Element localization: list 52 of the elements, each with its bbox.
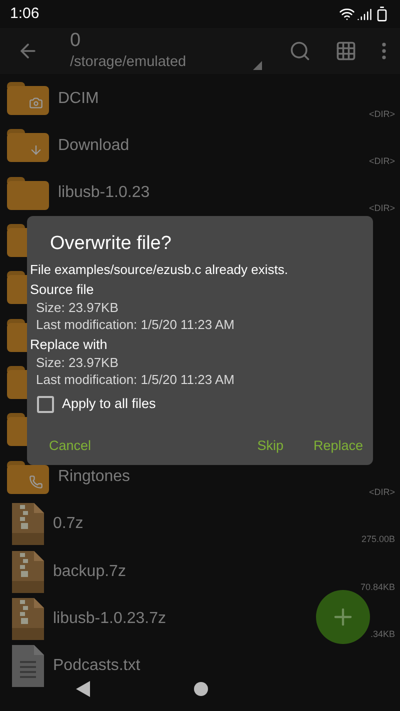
cancel-button[interactable]: Cancel: [49, 436, 92, 456]
archive-icon: [12, 598, 44, 640]
folder-icon: [7, 318, 27, 352]
file-name[interactable]: Download: [58, 134, 130, 158]
folder-icon: [7, 366, 27, 399]
file-size: <DIR>: [368, 155, 395, 168]
detail-line: Last modification: 1/5/20 11:23 AM: [36, 371, 236, 388]
home-nav-icon[interactable]: [194, 682, 208, 696]
detail-line: Size: 23.97KB: [36, 354, 120, 371]
folder-icon: [7, 82, 49, 116]
file-size: .34KB: [370, 628, 395, 642]
clock: 1:06: [10, 4, 40, 24]
detail-line: Size: 23.97KB: [36, 299, 120, 316]
back-nav-icon[interactable]: [76, 681, 90, 697]
file-name[interactable]: Ringtones: [58, 465, 130, 490]
grid-icon[interactable]: [335, 40, 357, 62]
file-size: <DIR>: [368, 486, 395, 500]
checkbox[interactable]: [37, 396, 54, 413]
add-button[interactable]: [316, 590, 370, 644]
detail-line: Last modification: 1/5/20 11:23 AM: [36, 316, 236, 333]
archive-icon: [12, 550, 44, 593]
file-size: <DIR>: [368, 202, 395, 216]
file-name[interactable]: 0.7z: [53, 512, 84, 536]
path-label: /storage/emulated: [70, 53, 186, 72]
archive-icon: [12, 503, 44, 546]
file-name[interactable]: libusb-1.0.23.7z: [53, 606, 166, 631]
file-size: <DIR>: [368, 108, 395, 121]
dialog-title: Overwrite file?: [50, 232, 172, 256]
folder-icon: [7, 224, 27, 258]
folder-icon: [7, 460, 49, 494]
section-heading: Source file: [30, 281, 95, 299]
wifi-icon: [339, 6, 355, 22]
file-name[interactable]: libusb-1.0.23: [58, 181, 150, 206]
document-icon: [12, 645, 44, 688]
replace-button[interactable]: Replace: [313, 436, 363, 456]
file-size: 275.00B: [361, 533, 395, 546]
toolbar-title: 0: [70, 30, 81, 52]
checkbox-label: Apply to all files: [62, 395, 156, 413]
dropdown-icon[interactable]: [253, 61, 262, 70]
folder-icon: [7, 129, 49, 162]
folder-icon: [7, 413, 27, 446]
folder-icon: [7, 176, 49, 210]
search-icon[interactable]: [289, 40, 311, 62]
skip-button[interactable]: Skip: [257, 436, 284, 456]
file-name[interactable]: backup.7z: [53, 560, 126, 584]
file-name[interactable]: Podcasts.txt: [53, 654, 140, 678]
file-size: 70.84KB: [360, 580, 395, 594]
section-heading: Replace with: [30, 336, 108, 354]
file-name[interactable]: DCIM: [58, 86, 99, 111]
folder-icon: [7, 271, 27, 304]
signal-icon: [357, 6, 372, 22]
dialog-message: File examples/source/ezusb.c already exists.: [30, 261, 289, 278]
